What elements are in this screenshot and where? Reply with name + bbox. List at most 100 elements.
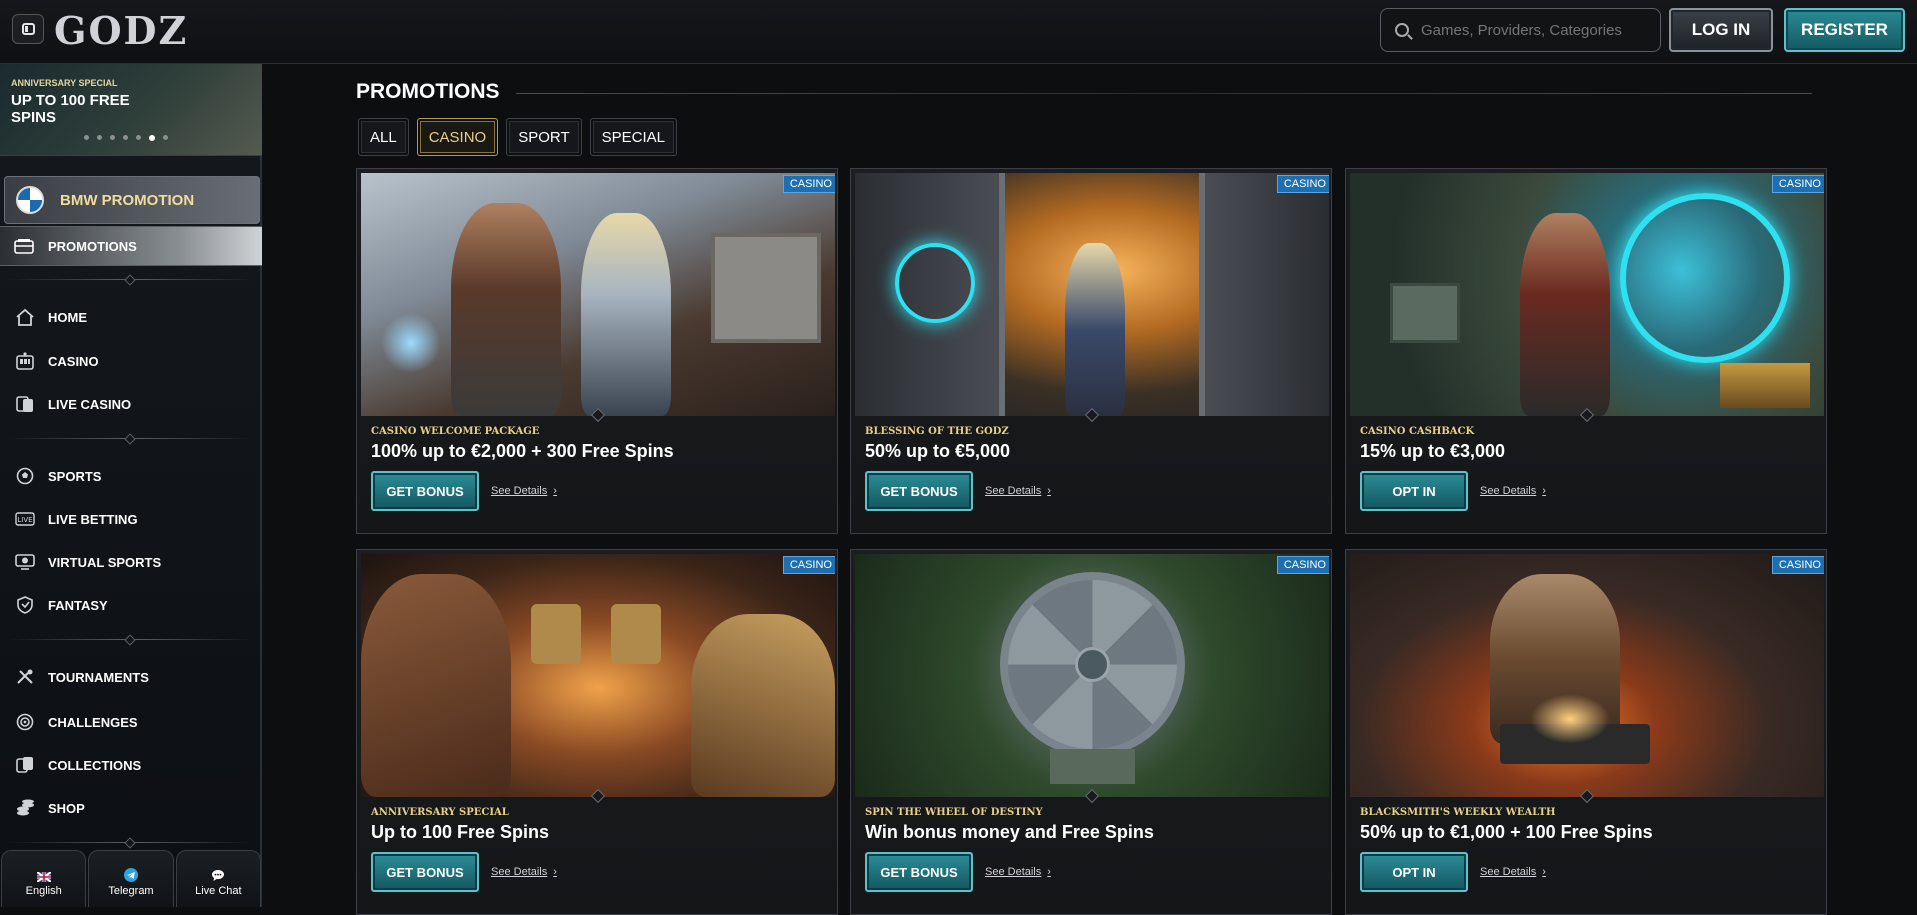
promo-card-title: 100% up to €2,000 + 300 Free Spins [371, 441, 674, 461]
search-input[interactable] [1421, 21, 1641, 39]
soccer-ball-icon [14, 466, 36, 486]
sidebar-item-label: LIVE BETTING [48, 511, 138, 527]
svg-text:LIVE: LIVE [17, 516, 32, 524]
sidebar-item-home[interactable]: HOME [14, 304, 87, 330]
opt-in-button[interactable]: OPT IN [1360, 471, 1468, 511]
promo-card-wheel-of-destiny: CASINO Spin the Wheel of Destiny Win bon… [850, 549, 1332, 915]
sidebar-item-live-casino[interactable]: LIVE CASINO [14, 391, 131, 417]
category-badge: CASINO [782, 175, 835, 193]
promo-card-image[interactable]: CASINO [1350, 173, 1824, 416]
search-box[interactable] [1380, 8, 1661, 52]
chevron-right-icon: › [553, 485, 557, 497]
register-button[interactable]: REGISTER [1784, 8, 1905, 52]
sidebar-item-virtual-sports[interactable]: VIRTUAL SPORTS [14, 549, 161, 575]
sidebar-toggle-icon [21, 23, 35, 35]
sidebar-toggle-button[interactable] [12, 14, 44, 44]
language-button[interactable]: English [1, 850, 87, 907]
promo-card-image[interactable]: CASINO [361, 554, 835, 797]
promo-card-title: 50% up to €1,000 + 100 Free Spins [1360, 822, 1653, 842]
banner-tag: Anniversary Special [11, 78, 118, 88]
filter-all[interactable]: ALL [358, 118, 409, 156]
sidebar-item-label: COLLECTIONS [48, 757, 142, 773]
carousel-dot[interactable] [123, 135, 128, 140]
carousel-dot-active[interactable] [149, 135, 155, 141]
promo-card-title: 50% up to €5,000 [865, 441, 1011, 461]
live-chat-button[interactable]: Live Chat [175, 850, 261, 907]
sidebar-item-collections[interactable]: COLLECTIONS [14, 752, 141, 778]
live-chat-label: Live Chat [195, 885, 242, 897]
sidebar-promo-banner[interactable]: Anniversary Special UP TO 100 FREE SPINS [0, 64, 262, 156]
carousel-dot[interactable] [110, 135, 115, 140]
sidebar-item-sports[interactable]: SPORTS [14, 463, 101, 489]
see-details-link[interactable]: See Details › [1480, 485, 1546, 497]
home-icon [14, 307, 36, 327]
rune-portal-artwork [1350, 173, 1824, 416]
promo-card-title: Win bonus money and Free Spins [865, 822, 1154, 842]
sidebar-item-label: HOME [48, 309, 87, 325]
get-bonus-button[interactable]: GET BONUS [371, 852, 479, 892]
bmw-promotion-button[interactable]: BMW PROMOTION [4, 176, 260, 224]
treasure-vault-artwork [855, 173, 1329, 416]
opt-in-button[interactable]: OPT IN [1360, 852, 1468, 892]
promo-card-image[interactable]: CASINO [1350, 554, 1824, 797]
get-bonus-button[interactable]: GET BONUS [865, 471, 973, 511]
telegram-button[interactable]: Telegram [88, 850, 174, 907]
filter-casino[interactable]: CASINO [416, 118, 499, 156]
login-button[interactable]: LOG IN [1669, 8, 1773, 52]
sidebar-item-live-betting[interactable]: LIVE LIVE BETTING [14, 506, 138, 532]
shield-icon [14, 595, 36, 615]
carousel-dot[interactable] [136, 135, 141, 140]
live-casino-icon [14, 394, 36, 414]
uk-flag-icon [36, 872, 51, 882]
promo-card-image[interactable]: CASINO [855, 554, 1329, 797]
search-icon [1395, 23, 1409, 37]
sidebar-item-label: SPORTS [48, 468, 102, 484]
chevron-right-icon: › [1542, 485, 1546, 497]
see-details-link[interactable]: See Details › [985, 485, 1051, 497]
see-details-link[interactable]: See Details › [1480, 866, 1546, 878]
promo-card-body: Blacksmith's Weekly Wealth 50% up to €1,… [1350, 788, 1822, 912]
banner-carousel-dots [84, 135, 168, 141]
sidebar-item-casino[interactable]: CASINO [14, 348, 99, 374]
see-details-label: See Details [1480, 485, 1537, 497]
language-label: English [25, 885, 62, 897]
sidebar-item-challenges[interactable]: CHALLENGES [14, 709, 138, 735]
see-details-link[interactable]: See Details › [491, 866, 557, 878]
promo-card-image[interactable]: CASINO [855, 173, 1329, 416]
sidebar-item-promotions[interactable]: PROMOTIONS [0, 226, 262, 266]
see-details-link[interactable]: See Details › [491, 485, 557, 497]
promotion-filters: ALL CASINO SPORT SPECIAL [358, 118, 677, 156]
carousel-dot[interactable] [97, 135, 102, 140]
filter-special[interactable]: SPECIAL [589, 118, 677, 156]
see-details-label: See Details [985, 485, 1042, 497]
promo-card-blessing: CASINO Blessing of the Godz 50% up to €5… [850, 168, 1332, 534]
viking-warriors-artwork [361, 173, 835, 416]
site-logo[interactable]: GODZ [54, 8, 188, 53]
get-bonus-button[interactable]: GET BONUS [371, 471, 479, 511]
see-details-link[interactable]: See Details › [985, 866, 1051, 878]
sidebar-item-label: CASINO [48, 353, 99, 369]
carousel-dot[interactable] [163, 135, 168, 140]
get-bonus-button[interactable]: GET BONUS [865, 852, 973, 892]
cards-icon [14, 755, 36, 775]
promo-card-body: Spin the Wheel of Destiny Win bonus mone… [855, 788, 1327, 912]
sidebar-item-fantasy[interactable]: FANTASY [14, 592, 108, 618]
sidebar-divider [8, 842, 254, 843]
sidebar: Anniversary Special UP TO 100 FREE SPINS… [0, 64, 262, 907]
sidebar-item-label: FANTASY [48, 597, 108, 613]
tournament-icon [14, 667, 36, 687]
category-badge: CASINO [782, 556, 835, 574]
sidebar-item-tournaments[interactable]: TOURNAMENTS [14, 664, 149, 690]
promo-card-tag: Spin the Wheel of Destiny [865, 807, 1043, 818]
sidebar-item-label: SHOP [48, 800, 85, 816]
carousel-dot[interactable] [84, 135, 89, 140]
sidebar-divider [8, 438, 254, 439]
promotions-icon [14, 239, 34, 254]
sidebar-item-shop[interactable]: SHOP [14, 795, 85, 821]
promo-card-body: Casino Cashback 15% up to €3,000 OPT IN … [1350, 407, 1822, 531]
see-details-label: See Details [491, 485, 548, 497]
promo-card-image[interactable]: CASINO [361, 173, 835, 416]
wheel-of-destiny-artwork [855, 554, 1329, 797]
target-icon [14, 712, 36, 732]
filter-sport[interactable]: SPORT [506, 118, 582, 156]
